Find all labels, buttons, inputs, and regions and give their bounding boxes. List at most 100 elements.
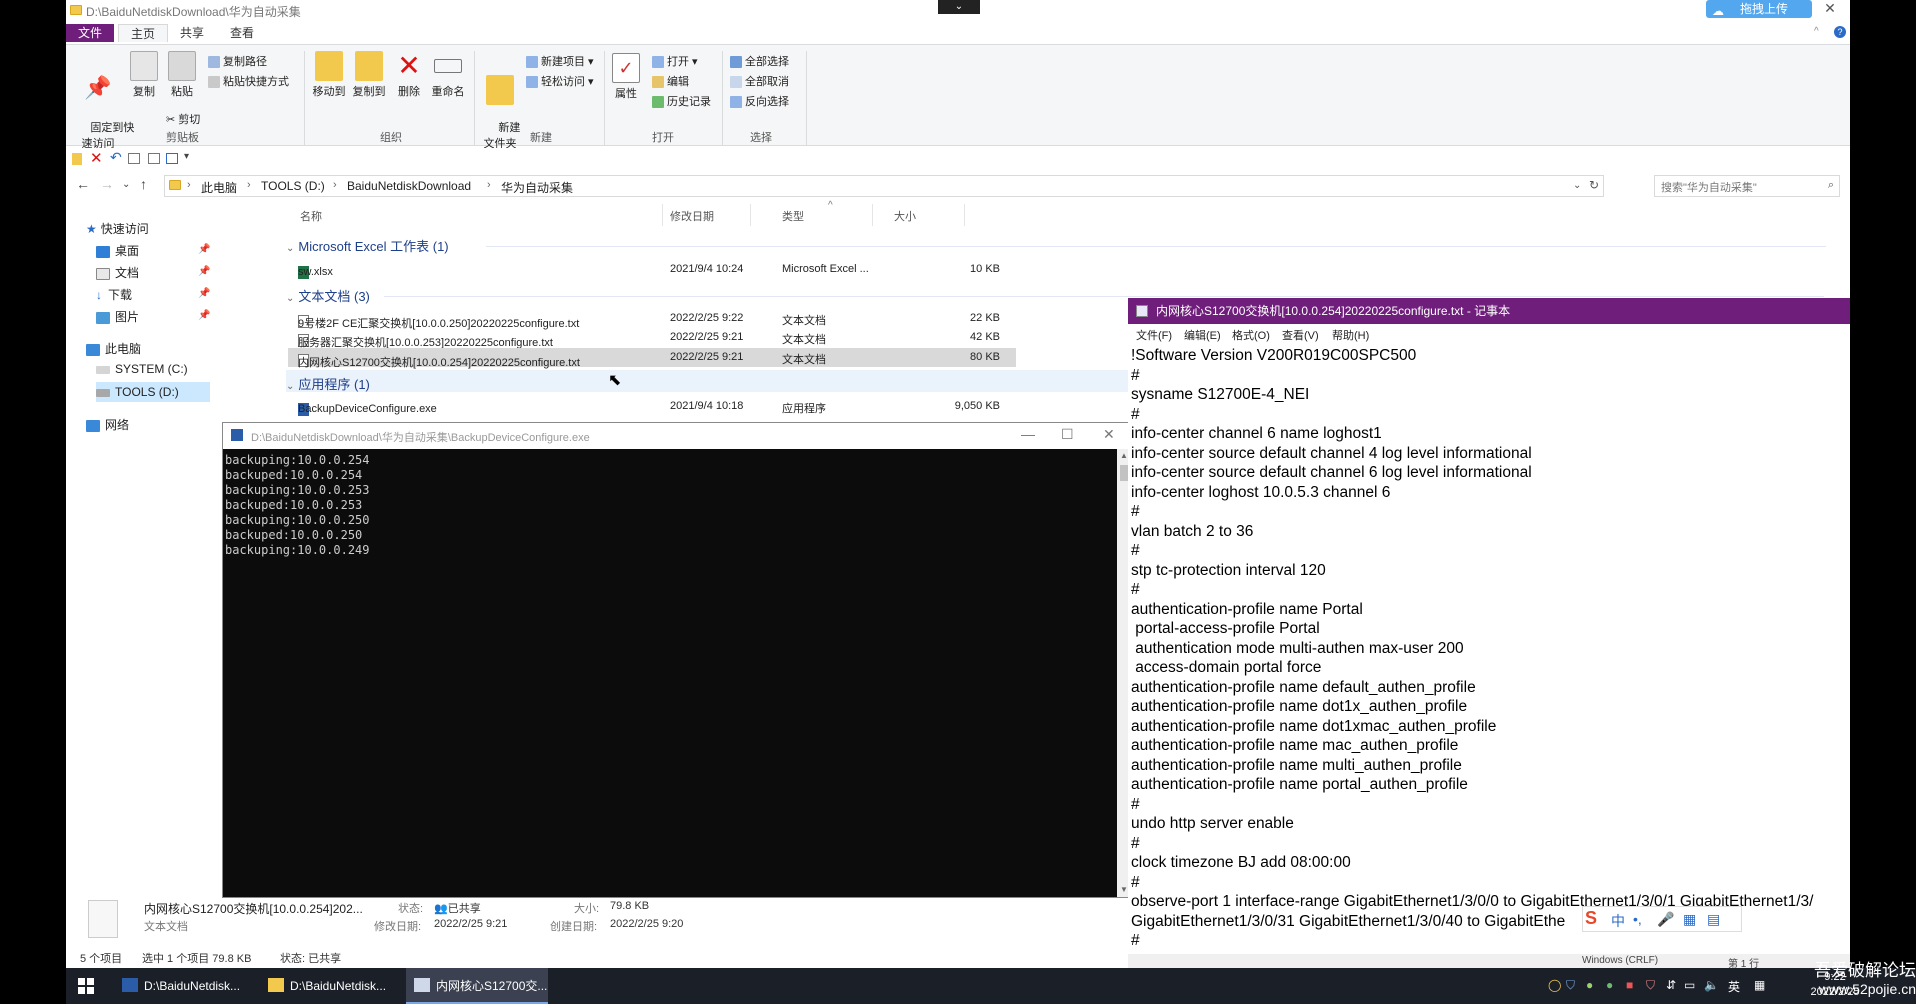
nav-quick-access[interactable]: ★ 快速访问	[86, 220, 149, 237]
cut-button[interactable]: ✂ 剪切	[166, 111, 200, 127]
recent-locations-icon[interactable]: ⌄	[122, 179, 130, 190]
breadcrumb-current-folder[interactable]: 华为自动采集	[501, 179, 573, 196]
column-header-size[interactable]: 大小	[894, 208, 916, 224]
invert-selection-button[interactable]: 反向选择	[730, 93, 789, 109]
menu-view[interactable]: 查看(V)	[1282, 327, 1319, 343]
file-row-selected[interactable]: 内网核心S12700交换机[10.0.0.254]20220225configu…	[288, 348, 1016, 369]
scroll-thumb[interactable]	[1120, 465, 1128, 481]
address-box[interactable]: › 此电脑 › TOOLS (D:) › BaiduNetdiskDownloa…	[164, 175, 1604, 197]
group-header-text[interactable]: ⌄ 文本文档 (3)	[286, 286, 370, 305]
scroll-up-icon[interactable]: ▲	[1120, 451, 1128, 460]
notepad-text-area[interactable]: !Software Version V200R019C00SPC500 # sysn…	[1131, 346, 1849, 946]
keyboard-icon[interactable]: ▦	[1683, 911, 1696, 928]
ime-grid-icon[interactable]: ▦	[1754, 978, 1765, 992]
history-button[interactable]: 历史记录	[652, 93, 711, 109]
nav-desktop[interactable]: 桌面	[96, 242, 139, 259]
maximize-icon[interactable]: ☐	[1061, 426, 1074, 443]
search-icon[interactable]: ⌕	[1828, 179, 1834, 192]
folder-icon[interactable]	[72, 153, 82, 165]
address-dropdown-icon[interactable]: ⌄	[1573, 180, 1581, 191]
move-to-button[interactable]: 移动到	[310, 51, 348, 99]
menu-format[interactable]: 格式(O)	[1232, 327, 1270, 343]
file-row[interactable]: sw.xlsx 2021/9/4 10:24 Microsoft Excel .…	[288, 260, 1016, 279]
rename-button[interactable]: 重命名	[428, 51, 468, 99]
new-folder-small-icon[interactable]	[166, 153, 178, 164]
ribbon-collapse-icon[interactable]: ^	[1814, 26, 1819, 37]
ime-chinese-mode[interactable]: 中	[1611, 911, 1625, 931]
tray-usb-icon[interactable]: ⇵	[1666, 978, 1676, 992]
tray-circle-icon[interactable]: ◯	[1548, 978, 1561, 992]
paste-shortcut-button[interactable]: 粘贴快捷方式	[208, 73, 289, 89]
column-header-name[interactable]: 名称	[300, 208, 322, 224]
pin-quick-access-button[interactable]: 📌 固定到快 速访问	[72, 51, 135, 163]
file-row[interactable]: BackupDeviceConfigure.exe 2021/9/4 10:18…	[288, 397, 1016, 416]
nav-tools-d[interactable]: TOOLS (D:)	[96, 382, 210, 402]
microphone-icon[interactable]: 🎤	[1657, 911, 1674, 928]
console-output[interactable]: backuping:10.0.0.254 backuped:10.0.0.254…	[223, 449, 1117, 897]
menu-edit[interactable]: 编辑(E)	[1184, 327, 1221, 343]
tab-view[interactable]: 查看	[218, 24, 266, 42]
breadcrumb-tools-d[interactable]: TOOLS (D:)	[261, 179, 325, 193]
network-icon[interactable]: ▭	[1684, 978, 1695, 992]
volume-icon[interactable]: 🔈	[1704, 978, 1719, 992]
forward-arrow-icon[interactable]: →	[100, 176, 114, 192]
tab-file[interactable]: 文件	[66, 24, 115, 42]
tray-app-icon[interactable]: ■	[1626, 978, 1633, 992]
file-row[interactable]: 9号楼2F CE汇聚交换机[10.0.0.250]20220225configu…	[288, 309, 1016, 330]
taskbar-item-notepad[interactable]: 内网核心S12700交...	[406, 968, 548, 1004]
new-folder-button[interactable]: 新建 文件夹	[480, 51, 520, 163]
tray-wechat-icon[interactable]: ●	[1606, 978, 1613, 992]
tray-shield-icon[interactable]: ⛉	[1566, 978, 1575, 993]
tray-security-icon[interactable]: ⛉	[1646, 978, 1655, 993]
tab-share[interactable]: 共享	[168, 24, 216, 42]
copy-path-button[interactable]: 复制路径	[208, 53, 267, 69]
breadcrumb-this-pc[interactable]: 此电脑	[201, 179, 237, 196]
new-item-button[interactable]: 新建项目 ▾	[526, 53, 594, 69]
customize-qat-icon[interactable]: ▾	[184, 151, 189, 162]
close-icon[interactable]: ✕	[1818, 0, 1842, 18]
tab-home[interactable]: 主页	[118, 24, 169, 42]
nav-this-pc[interactable]: 此电脑	[86, 340, 141, 357]
help-icon[interactable]: ?	[1834, 26, 1846, 38]
nav-system-c[interactable]: SYSTEM (C:)	[96, 362, 188, 376]
refresh-icon[interactable]: ↻	[1589, 178, 1599, 192]
undo-icon[interactable]: ↶	[110, 149, 122, 166]
sogou-logo-icon[interactable]: S	[1585, 908, 1597, 929]
properties-icon[interactable]	[128, 153, 140, 164]
open-button[interactable]: 打开 ▾	[652, 53, 698, 69]
search-input[interactable]: 搜索"华为自动采集" ⌕	[1654, 175, 1840, 197]
back-arrow-icon[interactable]: ←	[76, 176, 90, 192]
copy-to-button[interactable]: 复制到	[350, 51, 388, 99]
menu-file[interactable]: 文件(F)	[1136, 327, 1172, 343]
baidu-upload-button[interactable]: ☁ 拖拽上传	[1706, 0, 1812, 18]
column-header-type[interactable]: 类型	[782, 208, 804, 224]
column-header-date[interactable]: 修改日期	[670, 208, 714, 224]
properties-button[interactable]: ✓ 属性	[610, 53, 642, 101]
nav-documents[interactable]: 文档	[96, 264, 139, 281]
tray-app-icon[interactable]: ●	[1586, 978, 1593, 992]
breadcrumb-baidu[interactable]: BaiduNetdiskDownload	[347, 179, 471, 193]
close-icon[interactable]: ✕	[1103, 426, 1115, 443]
grid-view-icon[interactable]	[148, 153, 160, 164]
select-all-button[interactable]: 全部选择	[730, 53, 789, 69]
minimize-icon[interactable]: —	[1021, 426, 1035, 442]
ime-toolbox-icon[interactable]: ▤	[1707, 911, 1720, 928]
group-header-excel[interactable]: ⌄ Microsoft Excel 工作表 (1)	[286, 236, 449, 255]
edit-button[interactable]: 编辑	[652, 73, 689, 89]
group-header-app[interactable]: ⌄ 应用程序 (1)	[286, 374, 370, 393]
menu-help[interactable]: 帮助(H)	[1332, 327, 1369, 343]
file-row[interactable]: 服务器汇聚交换机[10.0.0.253]20220225configure.tx…	[288, 328, 1016, 349]
up-arrow-icon[interactable]: ↑	[140, 176, 147, 192]
ime-punctuation[interactable]: •,	[1633, 911, 1642, 927]
input-language[interactable]: 英	[1728, 978, 1740, 995]
nav-downloads[interactable]: ↓ 下载	[96, 286, 132, 303]
delete-button[interactable]: ✕ 删除	[392, 51, 426, 99]
chevron-down-icon[interactable]: ⌄	[938, 0, 980, 14]
taskbar-item-explorer[interactable]: D:\BaiduNetdisk...	[260, 968, 402, 1004]
scroll-down-icon[interactable]: ▼	[1120, 885, 1128, 894]
copy-button[interactable]: 复制	[126, 51, 162, 99]
delete-x-icon[interactable]: ✕	[90, 149, 103, 167]
nav-network[interactable]: 网络	[86, 416, 129, 433]
easy-access-button[interactable]: 轻松访问 ▾	[526, 73, 594, 89]
nav-pictures[interactable]: 图片	[96, 308, 139, 325]
